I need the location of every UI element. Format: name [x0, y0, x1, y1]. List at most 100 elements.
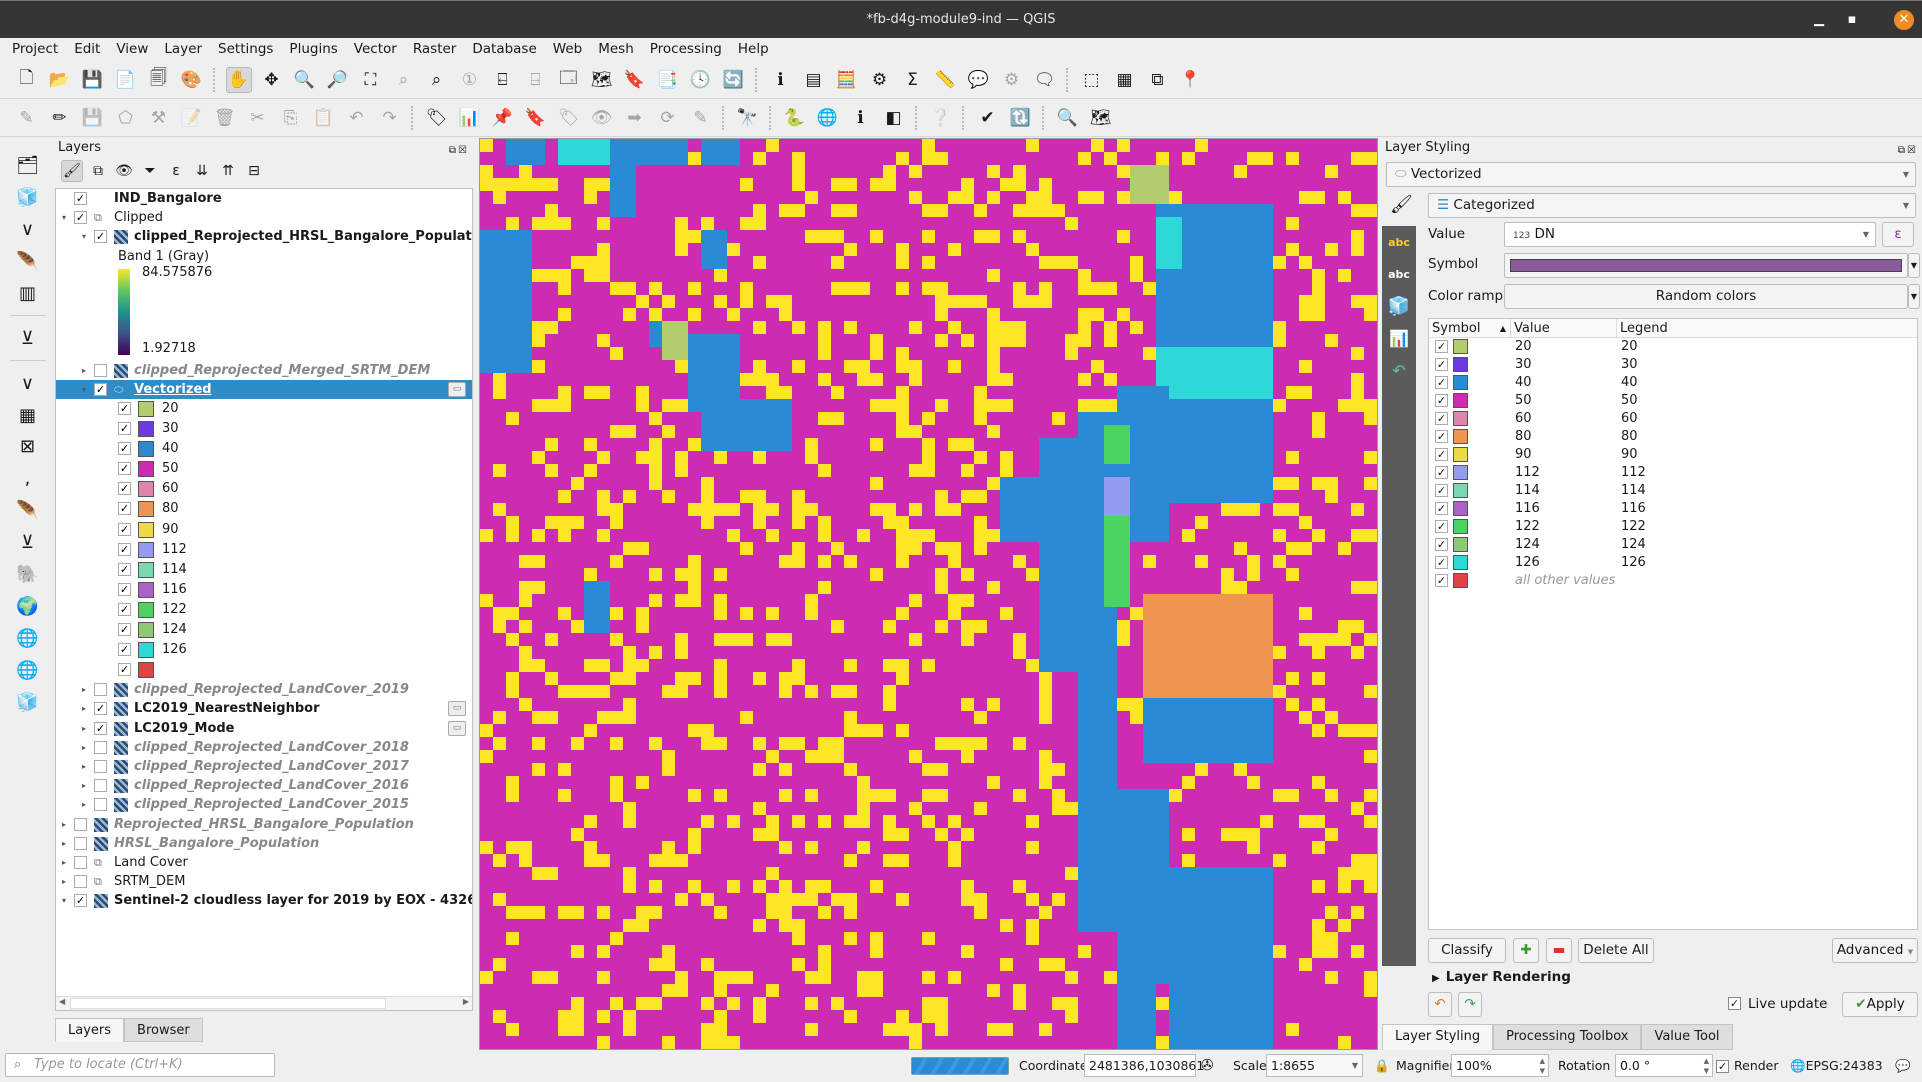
new-map-view-icon[interactable]: 🗔: [556, 67, 582, 93]
show-bookmarks-icon[interactable]: 📑: [655, 67, 681, 93]
category-checkbox[interactable]: ✓: [118, 422, 131, 436]
processing-toolbox-icon[interactable]: ⚙: [867, 67, 893, 93]
category-row[interactable]: ✓ 126 126: [1429, 554, 1917, 572]
layout-manager-icon[interactable]: 🗐: [146, 67, 172, 93]
category-color-swatch[interactable]: [1453, 411, 1468, 426]
toggle-extents-icon[interactable]: ✇: [1201, 1054, 1214, 1077]
layer-visibility-checkbox[interactable]: [74, 836, 87, 850]
category-checkbox[interactable]: ✓: [118, 582, 131, 596]
advanced-button[interactable]: Advanced ▼: [1832, 938, 1918, 963]
copy-features-icon[interactable]: ⎘: [278, 105, 304, 131]
layer-tree-item[interactable]: ▾ ✓ ⧉ Clipped: [56, 208, 472, 227]
category-color-swatch[interactable]: [1453, 555, 1468, 570]
category-checkbox[interactable]: ✓: [118, 522, 131, 536]
remove-layer-icon[interactable]: ⊟: [243, 160, 265, 182]
temporal-controller-icon[interactable]: 🕓: [688, 67, 714, 93]
category-checkbox[interactable]: ✓: [118, 542, 131, 556]
category-color-swatch[interactable]: [1453, 465, 1468, 480]
add-mesh-layer-icon[interactable]: ⊠: [13, 434, 43, 460]
legend-category-item[interactable]: ✓ 80: [56, 499, 472, 519]
tab-value-tool[interactable]: Value Tool: [1641, 1024, 1733, 1050]
expand-arrow-icon[interactable]: ▾: [78, 227, 90, 246]
category-row[interactable]: ✓ 112 112: [1429, 464, 1917, 482]
category-checkbox[interactable]: ✓: [1435, 358, 1448, 371]
rotate-label-icon[interactable]: ⟳: [655, 105, 681, 131]
category-checkbox[interactable]: ✓: [118, 663, 131, 677]
expand-arrow-icon[interactable]: ▸: [58, 872, 70, 891]
identify-icon[interactable]: ℹ: [768, 67, 794, 93]
coordinate-field[interactable]: 2481386,1030861: [1084, 1054, 1204, 1077]
layer-visibility-checkbox[interactable]: ✓: [94, 721, 107, 735]
category-checkbox[interactable]: ✓: [1435, 502, 1448, 515]
maximize-button[interactable]: ▪: [1837, 1, 1867, 39]
measure-icon[interactable]: 📏: [933, 67, 959, 93]
zoom-to-selection-icon[interactable]: ⌕: [391, 67, 417, 93]
filter-legend-icon[interactable]: ⏷: [139, 160, 161, 182]
renderer-select[interactable]: ☰ Categorized ▼: [1428, 193, 1916, 218]
masks-icon[interactable]: abc: [1382, 258, 1416, 290]
actions-icon[interactable]: ⚙: [999, 67, 1025, 93]
expand-arrow-icon[interactable]: ▾: [58, 208, 70, 227]
add-geonode-icon[interactable]: 🧊: [13, 689, 43, 715]
layer-tree-item[interactable]: ▸ Reprojected_HRSL_Bangalore_Population: [56, 815, 472, 834]
menu-database[interactable]: Database: [464, 38, 544, 60]
magnifier-spinbox[interactable]: 100% ▲ ▼: [1451, 1054, 1549, 1077]
map-canvas[interactable]: [479, 138, 1378, 1050]
zoom-last-icon[interactable]: ⍇: [490, 67, 516, 93]
remove-category-button[interactable]: ▬: [1546, 938, 1572, 963]
collapse-all-icon[interactable]: ⇈: [217, 160, 239, 182]
layer-tree-item[interactable]: ▸ ✓ LC2019_Mode ▭: [56, 719, 472, 738]
menu-processing[interactable]: Processing: [642, 38, 730, 60]
category-row[interactable]: ✓ 40 40: [1429, 374, 1917, 392]
tab-processing-toolbox[interactable]: Processing Toolbox: [1493, 1024, 1642, 1050]
legend-category-item[interactable]: ✓: [56, 660, 472, 680]
layer-visibility-checkbox[interactable]: [74, 855, 87, 869]
pin-labels-icon[interactable]: 📌: [490, 105, 516, 131]
menu-layer[interactable]: Layer: [156, 38, 210, 60]
category-row[interactable]: ✓ 122 122: [1429, 518, 1917, 536]
layer-tree-item[interactable]: ✓ IND_Bangalore: [56, 189, 472, 208]
refresh-icon[interactable]: 🔄: [721, 67, 747, 93]
menu-edit[interactable]: Edit: [66, 38, 108, 60]
lock-scale-icon[interactable]: 🔒: [1374, 1054, 1390, 1077]
label-toolbar-icon[interactable]: 🏷: [424, 105, 450, 131]
field-calculator-icon[interactable]: 🧮: [834, 67, 860, 93]
python-console-icon[interactable]: 🐍: [782, 105, 808, 131]
layer-tree-item[interactable]: ▾ ✓ ⬭ Vectorized ▭: [56, 379, 472, 399]
category-checkbox[interactable]: ✓: [118, 482, 131, 496]
new-print-layout-icon[interactable]: 📄: [113, 67, 139, 93]
menu-vector[interactable]: Vector: [346, 38, 405, 60]
category-checkbox[interactable]: ✓: [1435, 376, 1448, 389]
layer-visibility-checkbox[interactable]: [94, 740, 107, 754]
rotation-spinbox[interactable]: 0.0 ° ▲ ▼: [1615, 1054, 1713, 1077]
column-value[interactable]: Value: [1511, 319, 1617, 337]
open-project-icon[interactable]: 📂: [47, 67, 73, 93]
tab-browser[interactable]: Browser: [124, 1018, 203, 1042]
quickosm-icon[interactable]: 🔭: [735, 105, 761, 131]
symbology-brush-icon[interactable]: 🖌: [1390, 194, 1413, 215]
labels-icon[interactable]: abc: [1382, 226, 1416, 258]
category-row[interactable]: ✓ 50 50: [1429, 392, 1917, 410]
float-panel-icon[interactable]: ⧉: [449, 145, 458, 156]
close-panel-icon[interactable]: ☒: [458, 145, 469, 156]
column-symbol[interactable]: Symbol ▲: [1429, 319, 1511, 337]
layer-tree-item[interactable]: ▾ ✓ clipped_Reprojected_HRSL_Bangalore_Pop…: [56, 227, 472, 246]
expand-arrow-icon[interactable]: ▸: [78, 795, 90, 814]
category-color-swatch[interactable]: [1453, 519, 1468, 534]
layer-tree-item[interactable]: ▸ clipped_Reprojected_LandCover_2019: [56, 680, 472, 699]
category-checkbox[interactable]: ✓: [1435, 448, 1448, 461]
new-shapefile-icon[interactable]: ∨: [13, 217, 43, 243]
add-wms-icon[interactable]: 🌍: [13, 593, 43, 619]
menu-settings[interactable]: Settings: [210, 38, 281, 60]
tab-layers[interactable]: Layers: [55, 1018, 125, 1042]
zoom-full-icon[interactable]: ⛶: [358, 67, 384, 93]
geometry-checker-icon[interactable]: ✔: [975, 105, 1001, 131]
expression-button[interactable]: ε: [1882, 222, 1914, 247]
menu-project[interactable]: Project: [4, 38, 66, 60]
category-row[interactable]: ✓ 114 114: [1429, 482, 1917, 500]
crs-button[interactable]: 🌐EPSG:24383: [1790, 1054, 1883, 1077]
new-project-icon[interactable]: 🗋: [14, 67, 40, 93]
move-label-icon[interactable]: 🏷: [556, 105, 582, 131]
redo-style-button[interactable]: ↷: [1458, 992, 1482, 1017]
zoom-native-icon[interactable]: ①: [457, 67, 483, 93]
